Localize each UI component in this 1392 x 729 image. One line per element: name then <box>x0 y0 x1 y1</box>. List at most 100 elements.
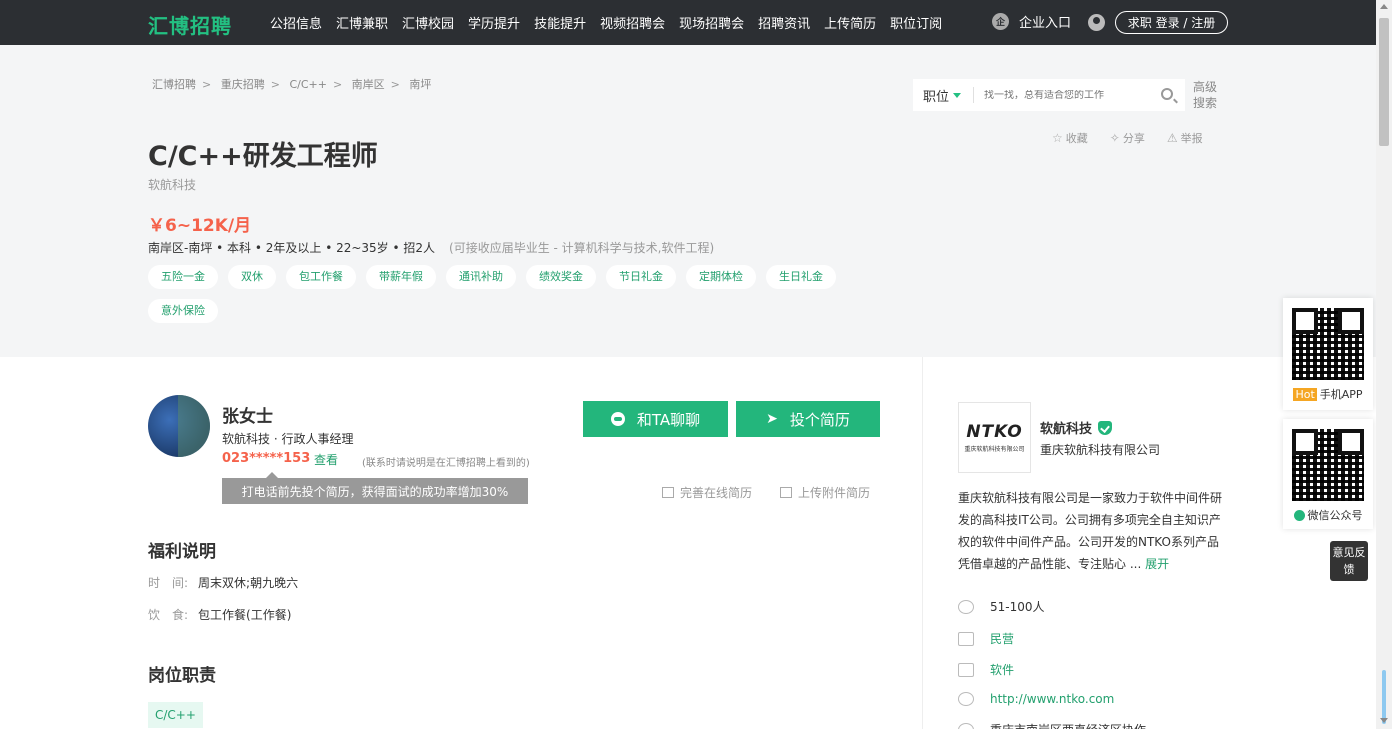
recruiter-avatar <box>148 395 210 457</box>
resume-links: 完善在线简历 上传附件简历 <box>662 484 898 501</box>
company-industry: 软件 <box>958 661 1014 678</box>
search-box: 职位 <box>913 79 1185 111</box>
scroll-thumb[interactable] <box>1379 18 1389 146</box>
nav-link-campus[interactable]: 汇博校园 <box>402 13 454 32</box>
warning-icon: ⚠ <box>1166 131 1178 145</box>
nav-links: 公招信息 汇博兼职 汇博校园 学历提升 技能提升 视频招聘会 现场招聘会 招聘资… <box>270 0 956 45</box>
grid-icon <box>958 662 974 677</box>
login-register-button[interactable]: 求职 登录 / 注册 <box>1115 11 1228 34</box>
company-full-name: 重庆软航科技有限公司 <box>1040 443 1161 457</box>
breadcrumb-item[interactable]: C/C++ <box>289 78 327 91</box>
caret-down-icon <box>953 92 962 98</box>
enterprise-icon: 企 <box>992 13 1009 30</box>
nav-link-subscribe[interactable]: 职位订阅 <box>890 13 942 32</box>
job-tag: 五险一金 <box>148 265 218 289</box>
recruiter-title: 软航科技 · 行政人事经理 <box>222 432 354 446</box>
benefit-row-time: 时 间: 周末双休;朝九晚六 <box>148 576 299 590</box>
job-header: 汇博招聘> 重庆招聘> C/C++> 南岸区> 南坪 职位 高级搜索 ☆收藏 ✧… <box>0 45 1376 357</box>
job-tag: 节日礼金 <box>606 265 676 289</box>
phone-note: (联系时请说明是在汇博招聘上看到的) <box>362 458 530 469</box>
upload-icon <box>780 487 793 498</box>
wechat-qr-card[interactable]: 微信公众号 <box>1283 419 1373 529</box>
job-tag: 绩效奖金 <box>526 265 596 289</box>
search-input[interactable] <box>984 89 1144 101</box>
breadcrumb-item[interactable]: 汇博招聘 <box>152 78 196 91</box>
job-tag: 带薪年假 <box>366 265 436 289</box>
job-salary: ￥6~12K/月 <box>148 216 252 236</box>
enterprise-entry[interactable]: 企 企业入口 <box>992 12 1071 31</box>
wechat-icon <box>1293 509 1305 521</box>
bank-icon <box>958 631 974 646</box>
site-logo[interactable]: 汇博招聘 <box>148 10 232 39</box>
scroll-down-arrow <box>1380 718 1388 723</box>
globe-icon <box>958 692 974 706</box>
company-website: http://www.ntko.com <box>958 692 1114 706</box>
job-tags: 五险一金 双休 包工作餐 带薪年假 通讯补助 绩效奖金 节日礼金 定期体检 生日… <box>148 265 848 333</box>
share-button[interactable]: ✧ 分享 <box>1110 130 1145 146</box>
job-tag: 通讯补助 <box>446 265 516 289</box>
view-phone-link[interactable]: 查看 <box>314 451 338 468</box>
job-actions: ☆ 收藏 ✧ 分享 ⚠ 举报 <box>1052 130 1225 146</box>
search-type-dropdown[interactable]: 职位 <box>913 86 973 105</box>
report-button[interactable]: ⚠ 举报 <box>1167 130 1203 146</box>
nav-link-part-time[interactable]: 汇博兼职 <box>336 13 388 32</box>
duties-title: 岗位职责 <box>148 666 216 686</box>
app-qr-card[interactable]: Hot 手机APP <box>1283 298 1373 410</box>
page-scrollbar[interactable] <box>1376 0 1392 729</box>
top-navigation: 汇博招聘 公招信息 汇博兼职 汇博校园 学历提升 技能提升 视频招聘会 现场招聘… <box>0 0 1376 45</box>
scroll-up-arrow <box>1380 4 1388 9</box>
enterprise-label: 企业入口 <box>1019 16 1072 31</box>
company-logo[interactable]: NTKO 重庆软航科技有限公司 <box>958 402 1031 473</box>
breadcrumb-item[interactable]: 南坪 <box>409 78 431 91</box>
job-tag: 定期体检 <box>686 265 756 289</box>
wechat-qr-code <box>1292 429 1364 501</box>
job-tag: 意外保险 <box>148 299 218 323</box>
job-requirements: 南岸区-南坪 • 本科 • 2年及以上 • 22~35岁 • 招2人 (可接收应届… <box>148 241 715 255</box>
star-icon: ☆ <box>1052 131 1063 145</box>
benefits-title: 福利说明 <box>148 542 216 562</box>
nav-link-degree[interactable]: 学历提升 <box>468 13 520 32</box>
duty-tag: C/C++ <box>148 702 203 728</box>
breadcrumb: 汇博招聘 > 重庆招聘 > C/C++ > 南岸区 > 南坪 <box>152 78 432 91</box>
chat-icon <box>610 412 625 426</box>
company-size: 51-100人 <box>958 598 1045 615</box>
recruiter-name: 张女士 <box>222 407 273 427</box>
app-qr-code <box>1292 308 1364 380</box>
share-icon: ✧ <box>1109 131 1120 145</box>
recruiter-phone: 023*****153 <box>222 451 311 466</box>
verified-shield-icon <box>1098 420 1113 435</box>
apply-tip-tooltip: 打电话前先投个简历，获得面试的成功率增加30% <box>222 472 528 504</box>
user-icon <box>1088 14 1105 31</box>
job-tag: 双休 <box>228 265 276 289</box>
favorite-button[interactable]: ☆ 收藏 <box>1052 130 1088 146</box>
company-address: 重庆市南岸区两直经济区协作 <box>958 721 1146 729</box>
nav-link-skills[interactable]: 技能提升 <box>534 13 586 32</box>
nav-link-public-recruit[interactable]: 公招信息 <box>270 13 322 32</box>
breadcrumb-item[interactable]: 重庆招聘 <box>221 78 265 91</box>
job-title: C/C++研发工程师 <box>148 141 378 172</box>
upload-resume-link[interactable]: 上传附件简历 <box>780 484 870 501</box>
document-icon <box>662 487 674 498</box>
nav-link-onsite-fair[interactable]: 现场招聘会 <box>679 13 744 32</box>
company-description: 重庆软航科技有限公司是一家致力于软件中间件研发的高科技IT公司。公司拥有多项完全… <box>958 491 1223 571</box>
location-icon <box>958 722 974 729</box>
job-company-name[interactable]: 软航科技 <box>148 176 196 193</box>
benefit-row-meal: 饮 食: 包工作餐(工作餐) <box>148 608 292 622</box>
search-icon[interactable] <box>1161 88 1173 100</box>
person-icon <box>958 599 974 614</box>
chat-button[interactable]: 和TA聊聊 <box>583 401 728 437</box>
expand-link[interactable]: 展开 <box>1145 557 1169 571</box>
job-tag: 生日礼金 <box>766 265 836 289</box>
feedback-button[interactable]: 意见反馈 <box>1330 541 1368 581</box>
nav-link-upload-resume[interactable]: 上传简历 <box>824 13 876 32</box>
online-resume-link[interactable]: 完善在线简历 <box>662 484 752 501</box>
send-icon: ➤ <box>766 411 778 427</box>
nav-link-news[interactable]: 招聘资讯 <box>758 13 810 32</box>
nav-link-video-fair[interactable]: 视频招聘会 <box>600 13 665 32</box>
job-tag: 包工作餐 <box>286 265 356 289</box>
company-short-name[interactable]: 软航科技 <box>1040 418 1113 437</box>
apply-resume-button[interactable]: ➤ 投个简历 <box>736 401 880 437</box>
breadcrumb-item[interactable]: 南岸区 <box>352 78 385 91</box>
advanced-search-link[interactable]: 高级搜索 <box>1193 79 1223 111</box>
company-nature: 民营 <box>958 630 1014 647</box>
